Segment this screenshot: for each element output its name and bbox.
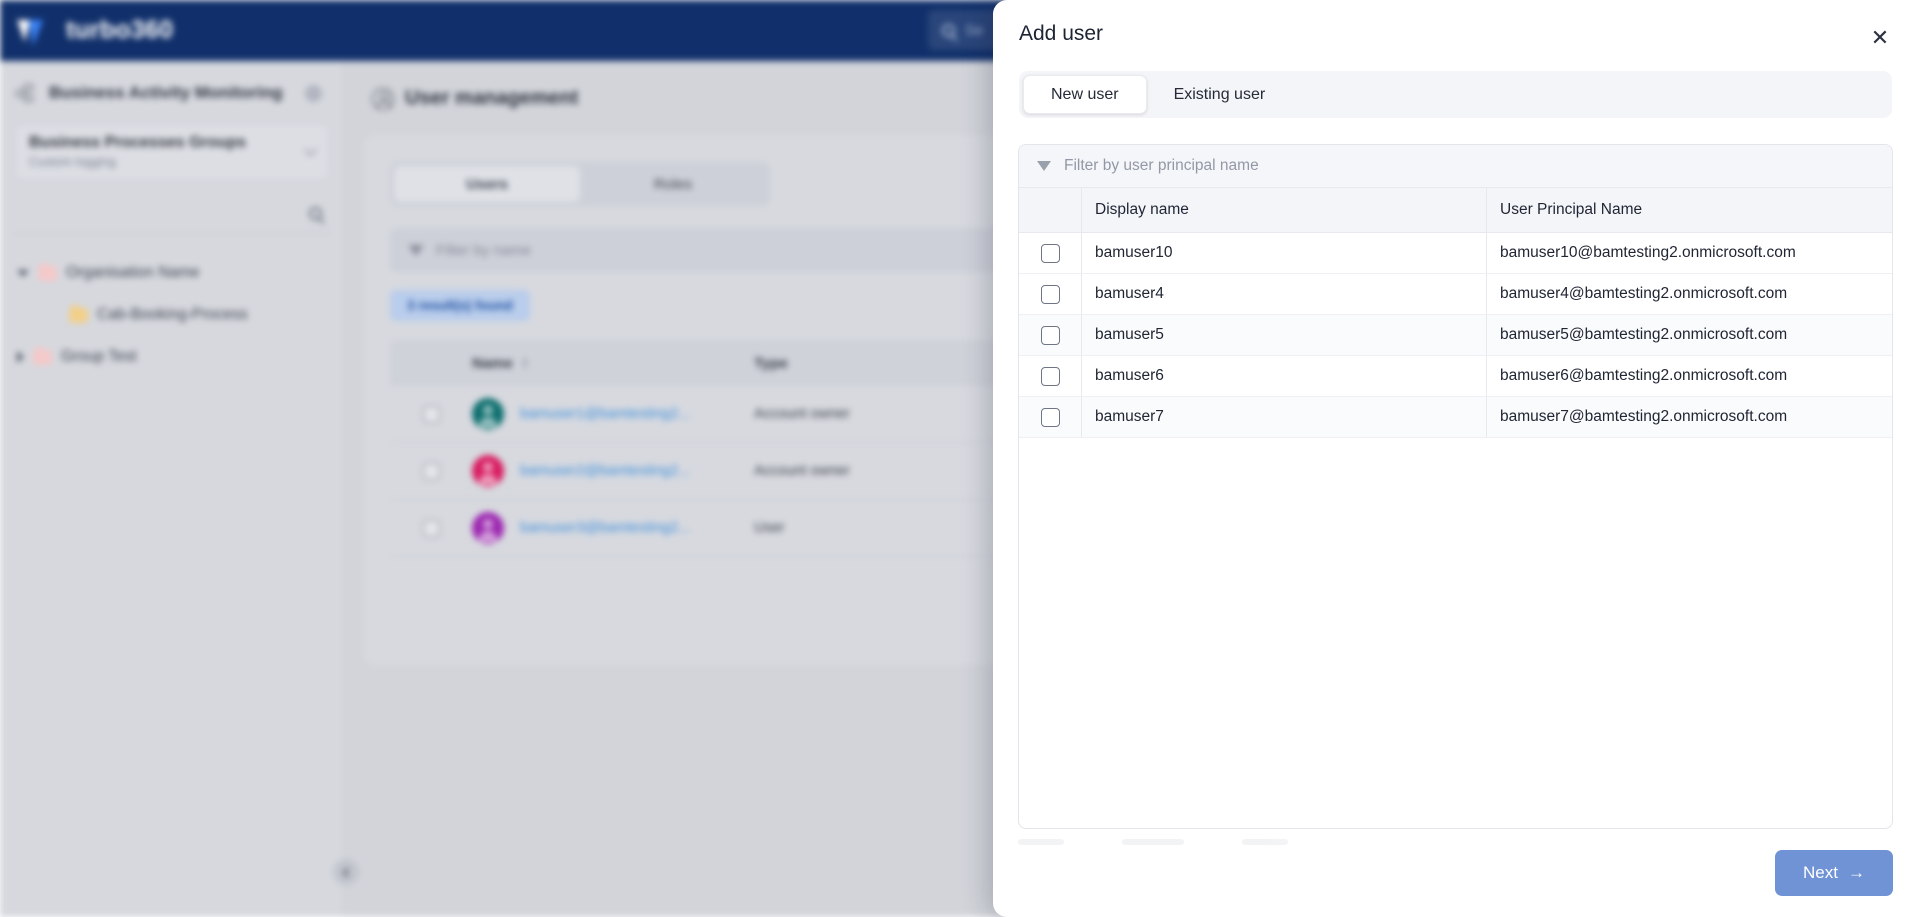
name-filter-placeholder: Filter by name [436, 241, 532, 259]
tab-existing-user[interactable]: Existing user [1147, 75, 1293, 114]
process-group-subtitle: Custom logging [29, 155, 116, 169]
column-header-user-principal-name: User Principal Name [1486, 188, 1892, 232]
row-checkbox[interactable] [1041, 407, 1060, 427]
user-email-link[interactable]: bamuser3@bamtesting2... [520, 520, 690, 536]
avatar [472, 512, 504, 544]
avatar [472, 398, 504, 430]
dialog-header: Add user ✕ [993, 0, 1918, 49]
results-count-badge: 3 result(s) found [390, 290, 530, 321]
search-icon [309, 207, 322, 220]
arrow-right-icon: → [1848, 863, 1865, 882]
table-row[interactable]: bamuser6 bamuser6@bamtesting2.onmicrosof… [1019, 356, 1892, 397]
cell-user-principal-name: bamuser6@bamtesting2.onmicrosoft.com [1486, 356, 1892, 396]
user-picker-panel: Filter by user principal name Display na… [1018, 144, 1893, 829]
user-email-link[interactable]: bamuser1@bamtesting2... [520, 406, 690, 422]
cell-display-name: bamuser6 [1081, 356, 1486, 396]
table-row[interactable]: bamuser10 bamuser10@bamtesting2.onmicros… [1019, 233, 1892, 274]
chevron-down-icon [304, 143, 317, 156]
tab-roles[interactable]: Roles [580, 166, 766, 202]
cell-user-principal-name: bamuser7@bamtesting2.onmicrosoft.com [1486, 397, 1892, 437]
row-checkbox[interactable] [422, 405, 440, 423]
sidebar-section-title: Business Activity Monitoring [49, 83, 283, 102]
process-group-selector[interactable]: Business Processes Groups Custom logging [14, 123, 330, 181]
sidebar-search[interactable] [14, 194, 330, 234]
user-management-icon [372, 87, 394, 110]
next-button[interactable]: Next → [1775, 850, 1893, 896]
chevron-right-icon [17, 351, 24, 363]
process-tree: Organisation Name Cab-Booking-Process Gr… [0, 234, 344, 378]
column-header-display-name: Display name [1081, 188, 1486, 232]
folder-icon [69, 304, 88, 323]
sidebar-header: Business Activity Monitoring [0, 61, 344, 119]
cell-user-principal-name: bamuser10@bamtesting2.onmicrosoft.com [1486, 233, 1892, 273]
cell-display-name: bamuser7 [1081, 397, 1486, 437]
process-group-title: Business Processes Groups [29, 134, 246, 151]
row-checkbox[interactable] [422, 462, 440, 480]
sidebar-collapse-button[interactable] [333, 859, 359, 885]
avatar [472, 455, 504, 487]
cell-user-principal-name: bamuser4@bamtesting2.onmicrosoft.com [1486, 274, 1892, 314]
tab-new-user[interactable]: New user [1023, 75, 1147, 114]
cell-display-name: bamuser4 [1081, 274, 1486, 314]
tree-item-label: Group Test [61, 348, 137, 365]
user-type: User [754, 520, 785, 536]
user-type-tabs: New user Existing user [1019, 71, 1892, 118]
row-checkbox[interactable] [1041, 284, 1060, 304]
page-title: User management [405, 87, 579, 109]
row-checkbox[interactable] [1041, 243, 1060, 263]
column-header-type: Type [754, 354, 788, 372]
row-checkbox[interactable] [1041, 325, 1060, 345]
dialog-title: Add user [1019, 22, 1104, 45]
tree-item-label: Cab-Booking-Process [97, 306, 248, 323]
brand-title: turbo360 [66, 16, 174, 44]
table-row[interactable]: bamuser4 bamuser4@bamtesting2.onmicrosof… [1019, 274, 1892, 315]
upn-filter-input[interactable]: Filter by user principal name [1019, 145, 1892, 187]
tab-users[interactable]: Users [394, 166, 580, 202]
add-user-dialog: Add user ✕ New user Existing user Filter… [993, 0, 1918, 917]
table-row[interactable]: bamuser7 bamuser7@bamtesting2.onmicrosof… [1019, 397, 1892, 438]
sort-ascending-icon: ↑ [521, 354, 529, 372]
tree-item-organisation[interactable]: Organisation Name [0, 252, 344, 294]
tree-item-group-test[interactable]: Group Test [0, 336, 344, 378]
tree-item-cab-booking-process[interactable]: Cab-Booking-Process [0, 294, 344, 336]
user-table-body: bamuser10 bamuser10@bamtesting2.onmicros… [1019, 233, 1892, 828]
pagination-controls[interactable] [1018, 839, 1288, 845]
row-checkbox[interactable] [1041, 366, 1060, 386]
upn-filter-placeholder: Filter by user principal name [1064, 157, 1259, 174]
select-all-header [1019, 188, 1081, 232]
user-table-header: Display name User Principal Name [1019, 187, 1892, 233]
global-search-placeholder: Se [965, 21, 984, 39]
cell-display-name: bamuser5 [1081, 315, 1486, 355]
tree-item-label: Organisation Name [66, 264, 200, 281]
row-checkbox[interactable] [422, 519, 440, 537]
turbo360-leaf-logo-icon [14, 14, 54, 48]
cell-display-name: bamuser10 [1081, 233, 1486, 273]
close-icon[interactable]: ✕ [1866, 24, 1894, 52]
sidebar: Business Activity Monitoring Business Pr… [0, 61, 345, 917]
users-roles-tabs: Users Roles [390, 162, 770, 206]
search-icon [942, 23, 955, 37]
user-email-link[interactable]: bamuser2@bamtesting2... [520, 463, 690, 479]
folder-icon [33, 346, 52, 365]
user-type: Account owner [754, 406, 850, 422]
activity-nodes-icon [16, 83, 38, 103]
user-type: Account owner [754, 463, 850, 479]
gear-icon[interactable] [305, 84, 322, 102]
table-row[interactable]: bamuser5 bamuser5@bamtesting2.onmicrosof… [1019, 315, 1892, 356]
funnel-icon [1037, 161, 1051, 171]
column-header-name[interactable]: Name [472, 355, 513, 372]
folder-icon [38, 262, 57, 281]
chevron-down-icon [17, 269, 29, 277]
next-button-label: Next [1803, 863, 1838, 882]
funnel-icon [408, 244, 424, 256]
cell-user-principal-name: bamuser5@bamtesting2.onmicrosoft.com [1486, 315, 1892, 355]
